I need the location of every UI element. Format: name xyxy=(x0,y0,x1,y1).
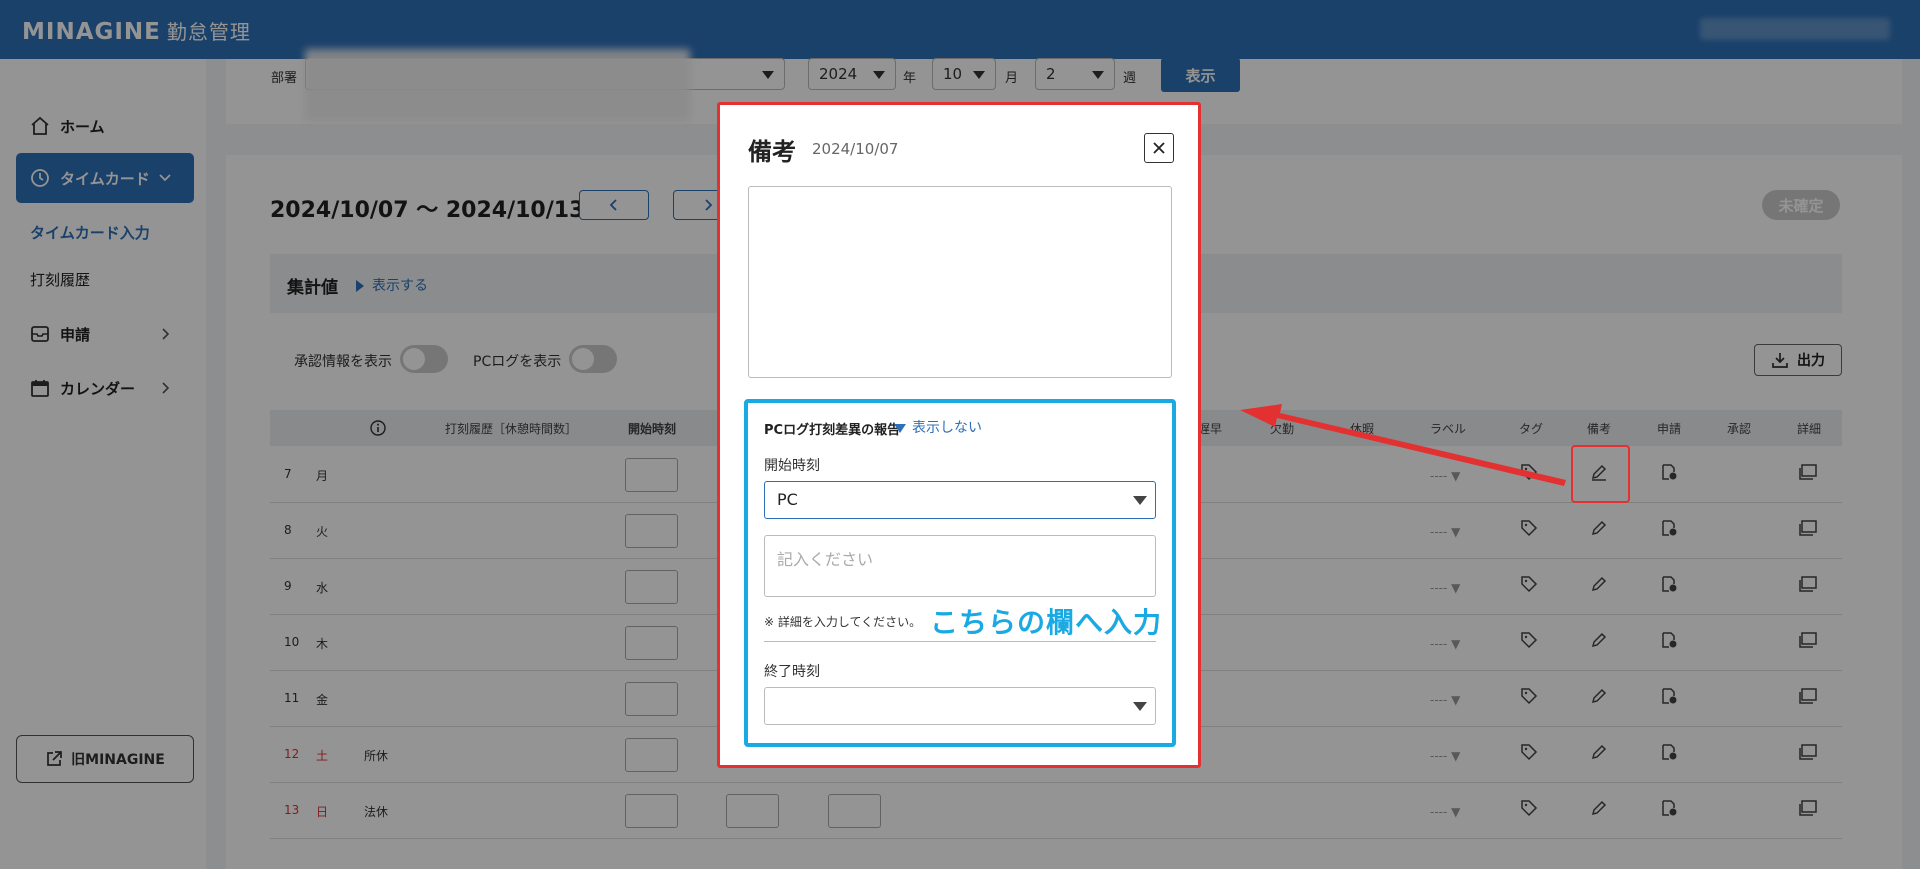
end-time-select[interactable] xyxy=(764,687,1156,725)
annotation-highlight-box xyxy=(1571,445,1630,503)
pc-section-title: PCログ打刻差異の報告 xyxy=(764,423,901,438)
remarks-modal: 備考 2024/10/07 PCログ打刻差異の報告 表示しない 開始時刻 PC … xyxy=(717,102,1201,768)
remarks-textarea[interactable] xyxy=(748,186,1172,378)
caret-down-icon xyxy=(894,423,906,433)
start-time-label: 開始時刻 xyxy=(764,458,820,474)
pc-log-report-section: PCログ打刻差異の報告 表示しない 開始時刻 PC 記入ください ※ 詳細を入力… xyxy=(744,399,1176,747)
close-icon xyxy=(1153,142,1165,154)
pc-section-toggle-link[interactable]: 表示しない xyxy=(894,417,982,437)
modal-date: 2024/10/07 xyxy=(812,140,899,158)
detail-note: ※ 詳細を入力してください。 xyxy=(764,615,922,629)
end-time-label: 終了時刻 xyxy=(764,664,820,680)
annotation-arrow-icon xyxy=(1240,404,1566,486)
modal-title: 備考 xyxy=(748,138,796,166)
annotation-text: こちらの欄へ入力 xyxy=(930,606,1163,639)
detail-input[interactable]: 記入ください xyxy=(764,535,1156,597)
close-button[interactable] xyxy=(1144,133,1174,163)
start-time-select[interactable]: PC xyxy=(764,481,1156,519)
divider xyxy=(764,641,1156,642)
